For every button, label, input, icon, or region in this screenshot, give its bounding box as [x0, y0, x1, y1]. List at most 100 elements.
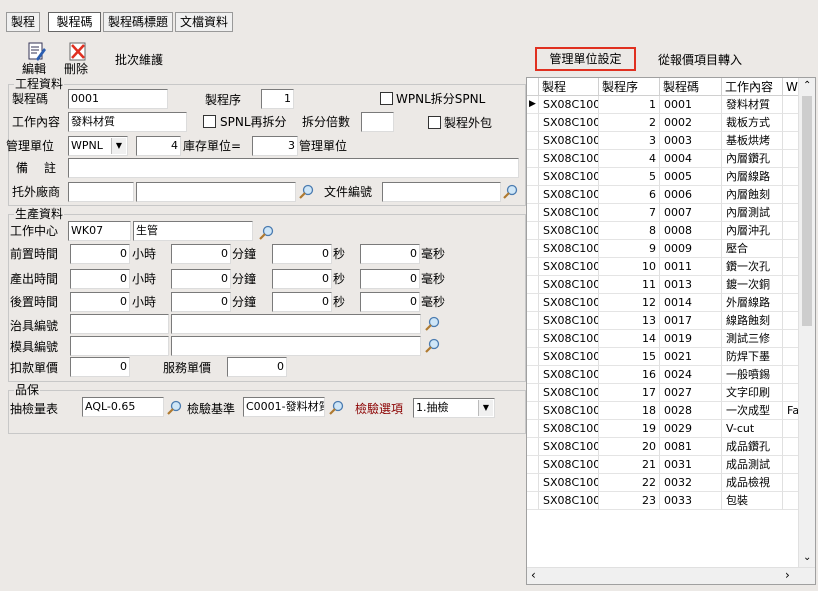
mold-search-icon[interactable]	[424, 338, 440, 354]
row-selector[interactable]	[527, 366, 539, 384]
unit-qty-field[interactable]: 4	[136, 136, 181, 156]
deduct-price-field[interactable]: 0	[70, 357, 130, 377]
table-row[interactable]: SX08C1000160024一般噴錫	[527, 366, 799, 384]
process-code-field[interactable]: 0001	[68, 89, 168, 109]
manage-unit-select[interactable]: WPNL ▼	[68, 136, 128, 156]
fixture-search-icon[interactable]	[424, 316, 440, 332]
doc-no-field[interactable]	[382, 182, 501, 202]
table-row[interactable]: SX08C1000180028一次成型Fa	[527, 402, 799, 420]
row-selector[interactable]	[527, 132, 539, 150]
row-selector[interactable]	[527, 276, 539, 294]
table-row[interactable]: SX08C100060006內層蝕刻	[527, 186, 799, 204]
row-selector[interactable]	[527, 312, 539, 330]
grid-header-4[interactable]: WI	[783, 78, 799, 96]
row-selector[interactable]	[527, 492, 539, 510]
row-selector[interactable]	[527, 348, 539, 366]
service-price-field[interactable]: 0	[227, 357, 287, 377]
scroll-up-icon[interactable]: ⌃	[803, 80, 811, 91]
table-row[interactable]: SX08C1000170027文字印刷	[527, 384, 799, 402]
table-row[interactable]: SX08C100040004內層鑽孔	[527, 150, 799, 168]
pre-time-field-3[interactable]: 0	[360, 244, 420, 264]
table-row[interactable]: SX08C1000100011鑽一次孔	[527, 258, 799, 276]
row-selector[interactable]	[527, 258, 539, 276]
row-selector[interactable]	[527, 330, 539, 348]
fixture-code-field[interactable]	[70, 314, 169, 334]
out-time-field-0[interactable]: 0	[70, 269, 130, 289]
row-selector[interactable]	[527, 384, 539, 402]
row-selector[interactable]	[527, 186, 539, 204]
wpnl-split-checkbox[interactable]	[380, 92, 393, 105]
tab-documents[interactable]: 文檔資料	[175, 12, 233, 32]
table-row[interactable]: SX08C100070007內層測試	[527, 204, 799, 222]
table-row[interactable]: SX08C1000140019測試三修	[527, 330, 799, 348]
process-seq-field[interactable]: 1	[261, 89, 294, 109]
inspect-std-search-icon[interactable]	[328, 400, 344, 416]
import-from-quote-button[interactable]: 從報價項目轉入	[658, 52, 742, 68]
table-row[interactable]: SX08C100030003基板烘烤	[527, 132, 799, 150]
grid-header-2[interactable]: 製程碼	[660, 78, 722, 96]
inspect-opt-select[interactable]: 1.抽檢 ▼	[413, 398, 495, 418]
table-row[interactable]: SX08C1000130017線路蝕刻	[527, 312, 799, 330]
inspect-std-field[interactable]: C0001-發料材質	[243, 397, 325, 417]
row-selector[interactable]	[527, 456, 539, 474]
spnl-resplit-checkbox[interactable]	[203, 115, 216, 128]
split-mult-field[interactable]	[361, 112, 394, 132]
sampling-search-icon[interactable]	[166, 400, 182, 416]
work-content-field[interactable]: 發料材質	[68, 112, 187, 132]
outsource-checkbox[interactable]	[428, 116, 441, 129]
vertical-scrollbar[interactable]: ⌃ ⌄	[798, 78, 815, 568]
row-selector[interactable]	[527, 294, 539, 312]
row-selector[interactable]	[527, 420, 539, 438]
doc-search-icon[interactable]	[502, 184, 518, 200]
tab-process[interactable]: 製程	[6, 12, 40, 32]
scroll-down-icon[interactable]: ⌄	[803, 552, 811, 563]
scroll-left-icon[interactable]: ‹	[531, 568, 536, 582]
row-selector[interactable]	[527, 438, 539, 456]
out-time-field-1[interactable]: 0	[171, 269, 231, 289]
pre-time-field-1[interactable]: 0	[171, 244, 231, 264]
current-row-indicator-icon[interactable]: ▶	[527, 96, 539, 114]
post-time-field-3[interactable]: 0	[360, 292, 420, 312]
tab-process-code-title[interactable]: 製程碼標題	[103, 12, 173, 32]
table-row[interactable]: SX08C100020002裁板方式	[527, 114, 799, 132]
table-row[interactable]: SX08C1000150021防焊下墨	[527, 348, 799, 366]
vendor-name-field[interactable]	[136, 182, 296, 202]
batch-maintain-button[interactable]: 批次維護	[115, 52, 163, 68]
work-center-search-icon[interactable]	[258, 225, 274, 241]
row-selector[interactable]	[527, 474, 539, 492]
sampling-field[interactable]: AQL-0.65	[82, 397, 164, 417]
remark-field[interactable]	[68, 158, 519, 178]
pre-time-field-2[interactable]: 0	[272, 244, 332, 264]
table-row[interactable]: SX08C1000220032成品檢視	[527, 474, 799, 492]
vendor-code-field[interactable]	[68, 182, 134, 202]
row-selector[interactable]	[527, 222, 539, 240]
mold-name-field[interactable]	[171, 336, 421, 356]
grid-header-0[interactable]: 製程	[539, 78, 599, 96]
row-selector[interactable]	[527, 402, 539, 420]
scroll-right-icon[interactable]: ›	[785, 568, 790, 582]
edit-button[interactable]: 編輯	[20, 42, 52, 76]
pre-time-field-0[interactable]: 0	[70, 244, 130, 264]
post-time-field-1[interactable]: 0	[171, 292, 231, 312]
out-time-field-2[interactable]: 0	[272, 269, 332, 289]
row-selector[interactable]	[527, 150, 539, 168]
table-row[interactable]: ▶SX08C100010001發料材質	[527, 96, 799, 114]
table-row[interactable]: SX08C1000200081成品鑽孔	[527, 438, 799, 456]
process-code-grid[interactable]: 製程製程序製程碼工作內容WI ▶SX08C100010001發料材質SX08C1…	[526, 77, 816, 585]
table-row[interactable]: SX08C1000210031成品測試	[527, 456, 799, 474]
table-row[interactable]: SX08C1000110013鍍一次銅	[527, 276, 799, 294]
stock-qty-field[interactable]: 3	[252, 136, 298, 156]
row-selector[interactable]	[527, 114, 539, 132]
fixture-name-field[interactable]	[171, 314, 421, 334]
scroll-thumb[interactable]	[802, 96, 812, 326]
vendor-search-icon[interactable]	[298, 184, 314, 200]
tab-process-code[interactable]: 製程碼	[48, 12, 101, 32]
row-selector[interactable]	[527, 204, 539, 222]
table-row[interactable]: SX08C100050005內層線路	[527, 168, 799, 186]
delete-button[interactable]: 刪除	[62, 42, 94, 76]
mold-code-field[interactable]	[70, 336, 169, 356]
row-selector[interactable]	[527, 240, 539, 258]
out-time-field-3[interactable]: 0	[360, 269, 420, 289]
table-row[interactable]: SX08C1000190029V-cut	[527, 420, 799, 438]
grid-header-3[interactable]: 工作內容	[722, 78, 783, 96]
